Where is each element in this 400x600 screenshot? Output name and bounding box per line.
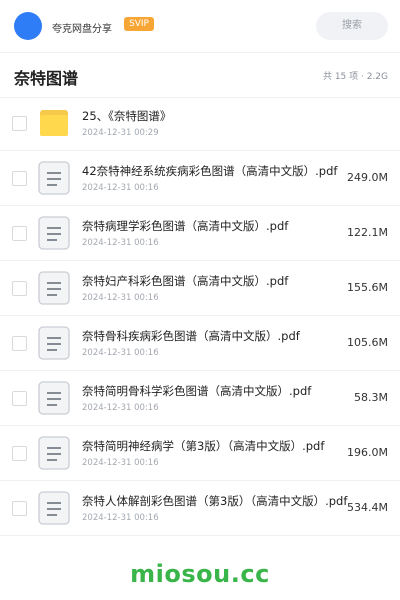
file-size: 122.1M bbox=[347, 226, 388, 239]
file-row[interactable]: 42奈特神经系统疾病彩色图谱（高清中文版）.pdf 2024-12-31 00:1… bbox=[0, 151, 400, 206]
file-size: 196.0M bbox=[347, 446, 388, 459]
file-name: 42奈特神经系统疾病彩色图谱（高清中文版）.pdf bbox=[82, 164, 338, 178]
username: 夸克网盘分享 bbox=[52, 24, 112, 35]
file-size: 534.4M bbox=[347, 501, 388, 514]
file-name: 奈特简明神经病学（第3版）（高清中文版）.pdf bbox=[82, 439, 325, 453]
file-date: 2024-12-31 00:16 bbox=[82, 238, 159, 248]
file-list: 25、《奈特图谱》 2024-12-31 00:29 42奈特神经系统疾病彩色图谱（… bbox=[0, 96, 400, 536]
file-size: 155.6M bbox=[347, 281, 388, 294]
file-row[interactable]: 奈特妇产科彩色图谱（高清中文版）.pdf 2024-12-31 00:16 155.… bbox=[0, 261, 400, 316]
file-size: 105.6M bbox=[347, 336, 388, 349]
file-name: 奈特简明骨科学彩色图谱（高清中文版）.pdf bbox=[82, 384, 312, 398]
document-icon bbox=[38, 271, 70, 305]
file-date: 2024-12-31 00:29 bbox=[82, 128, 159, 138]
file-row[interactable]: 奈特病理学彩色图谱（高清中文版）.pdf 2024-12-31 00:16 122.… bbox=[0, 206, 400, 261]
row-checkbox[interactable] bbox=[12, 501, 27, 516]
row-checkbox[interactable] bbox=[12, 171, 27, 186]
file-row[interactable]: 奈特简明神经病学（第3版）（高清中文版）.pdf 2024-12-31 00:16… bbox=[0, 426, 400, 481]
file-name: 奈特妇产科彩色图谱（高清中文版）.pdf bbox=[82, 274, 289, 288]
file-name: 奈特人体解剖彩色图谱（第3版）（高清中文版）.pdf bbox=[82, 494, 348, 508]
file-row[interactable]: 奈特简明骨科学彩色图谱（高清中文版）.pdf 2024-12-31 00:16 58… bbox=[0, 371, 400, 426]
row-checkbox[interactable] bbox=[12, 226, 27, 241]
search-button[interactable]: 搜索 bbox=[316, 12, 388, 40]
row-checkbox[interactable] bbox=[12, 391, 27, 406]
file-date: 2024-12-31 00:16 bbox=[82, 403, 159, 413]
file-date: 2024-12-31 00:16 bbox=[82, 293, 159, 303]
file-date: 2024-12-31 00:16 bbox=[82, 513, 159, 523]
watermark: miosou.cc bbox=[130, 560, 270, 588]
top-bar: 夸克网盘分享 SVIP 搜索 bbox=[0, 0, 400, 52]
file-size: 58.3M bbox=[354, 391, 388, 404]
document-icon bbox=[38, 381, 70, 415]
file-row[interactable]: 奈特骨科疾病彩色图谱（高清中文版）.pdf 2024-12-31 00:16 105… bbox=[0, 316, 400, 371]
file-date: 2024-12-31 00:16 bbox=[82, 458, 159, 468]
file-name: 25、《奈特图谱》 bbox=[82, 109, 172, 123]
file-date: 2024-12-31 00:16 bbox=[82, 183, 159, 193]
file-name: 奈特骨科疾病彩色图谱（高清中文版）.pdf bbox=[82, 329, 300, 343]
page-title: 奈特图谱 bbox=[14, 69, 79, 88]
file-size: 249.0M bbox=[347, 171, 388, 184]
document-icon bbox=[38, 216, 70, 250]
folder-icon bbox=[38, 106, 70, 140]
row-checkbox[interactable] bbox=[12, 281, 27, 296]
document-icon bbox=[38, 436, 70, 470]
file-name: 奈特病理学彩色图谱（高清中文版）.pdf bbox=[82, 219, 289, 233]
folder-summary: 共 15 项 · 2.2G bbox=[322, 72, 388, 82]
row-checkbox[interactable] bbox=[12, 336, 27, 351]
file-row[interactable]: 奈特人体解剖彩色图谱（第3版）（高清中文版）.pdf 2024-12-31 00:… bbox=[0, 481, 400, 536]
row-checkbox[interactable] bbox=[12, 446, 27, 461]
document-icon bbox=[38, 326, 70, 360]
document-icon bbox=[38, 161, 70, 195]
row-checkbox[interactable] bbox=[12, 116, 27, 131]
file-row[interactable]: 25、《奈特图谱》 2024-12-31 00:29 bbox=[0, 96, 400, 151]
document-icon bbox=[38, 491, 70, 525]
file-date: 2024-12-31 00:16 bbox=[82, 348, 159, 358]
folder-header: 奈特图谱 共 15 项 · 2.2G bbox=[0, 52, 400, 98]
svip-badge: SVIP bbox=[124, 17, 154, 31]
avatar[interactable] bbox=[14, 12, 42, 40]
